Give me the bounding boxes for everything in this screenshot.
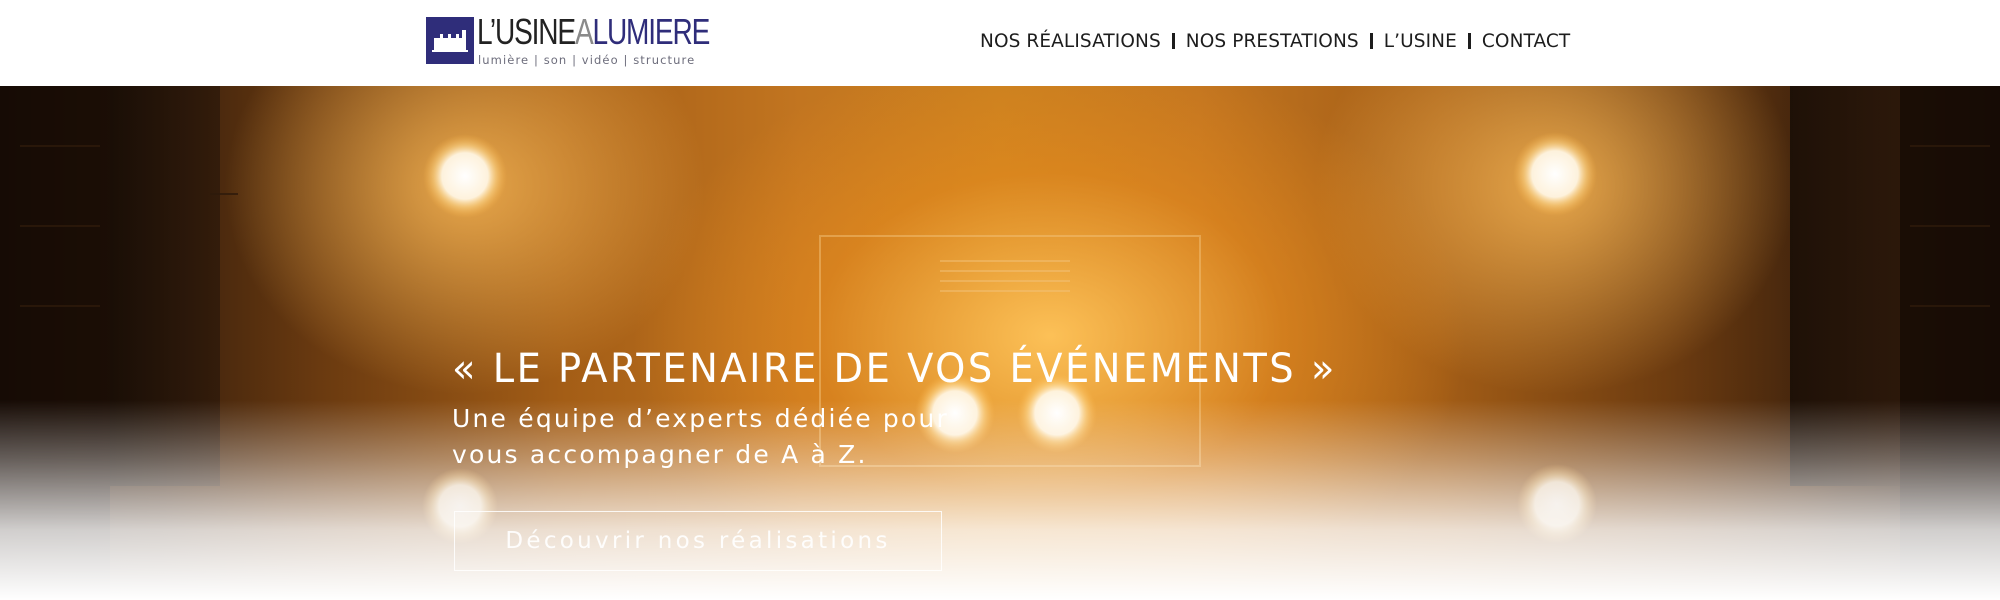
main-nav: NOS RÉALISATIONS NOS PRESTATIONS L’USINE… [980, 27, 1570, 55]
logo-word-lumiere: LUMIERE [592, 11, 711, 52]
logo-word-a: A [574, 11, 594, 52]
hero-subtitle: Une équipe d’experts dédiée pour vous ac… [452, 401, 1152, 473]
nav-separator [1467, 33, 1471, 49]
nav-item-contact[interactable]: CONTACT [1482, 31, 1570, 52]
nav-item-usine[interactable]: L’USINE [1384, 31, 1457, 52]
logo-tagline: lumière | son | vidéo | structure [478, 53, 696, 67]
site-header: L’USINEALUMIERE lumière | son | vidéo | … [0, 0, 2000, 86]
hero-banner: « LE PARTENAIRE DE VOS ÉVÉNEMENTS » Une … [0, 86, 2000, 600]
logo-wordmark: L’USINEALUMIERE [477, 11, 711, 52]
nav-separator [1369, 33, 1373, 49]
logo-word-usine: L’USINE [477, 11, 576, 52]
nav-item-realisations[interactable]: NOS RÉALISATIONS [980, 31, 1161, 52]
nav-item-prestations[interactable]: NOS PRESTATIONS [1186, 31, 1359, 52]
hero-subtitle-line-2: vous accompagner de A à Z. [452, 440, 868, 469]
discover-realisations-button[interactable]: Découvrir nos réalisations [454, 511, 942, 571]
hero-title: « LE PARTENAIRE DE VOS ÉVÉNEMENTS » [452, 346, 1337, 392]
hero-subtitle-line-1: Une équipe d’experts dédiée pour [452, 404, 950, 433]
factory-icon [426, 17, 474, 64]
nav-separator [1171, 33, 1175, 49]
site-logo[interactable]: L’USINEALUMIERE lumière | son | vidéo | … [426, 11, 716, 69]
